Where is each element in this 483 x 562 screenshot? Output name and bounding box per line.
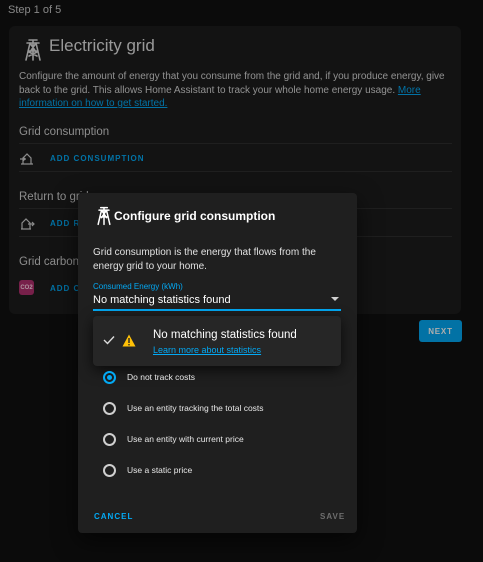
radio-no-costs[interactable]: Do not track costs xyxy=(103,370,333,386)
no-statistics-item[interactable]: No matching statistics found xyxy=(153,329,297,341)
check-icon xyxy=(103,336,115,345)
save-button[interactable]: SAVE xyxy=(320,512,345,521)
statistics-dropdown-menu: No matching statistics found Learn more … xyxy=(93,316,341,366)
radio-label: Use an entity tracking the total costs xyxy=(127,403,264,413)
radio-label: Do not track costs xyxy=(127,372,196,382)
radio-label: Use an entity with current price xyxy=(127,434,244,444)
select-underline xyxy=(93,309,341,311)
radio-button[interactable] xyxy=(103,402,116,415)
radio-button[interactable] xyxy=(103,371,116,384)
radio-entity-total-costs[interactable]: Use an entity tracking the total costs xyxy=(103,401,333,417)
radio-button[interactable] xyxy=(103,433,116,446)
radio-entity-current-price[interactable]: Use an entity with current price xyxy=(103,432,333,448)
select-label: Consumed Energy (kWh) xyxy=(93,282,183,291)
transmission-tower-icon xyxy=(97,206,111,226)
warning-icon xyxy=(122,334,136,347)
select-value: No matching statistics found xyxy=(93,294,231,306)
dialog-title: Configure grid consumption xyxy=(114,209,276,223)
consumed-energy-select[interactable]: Consumed Energy (kWh) No matching statis… xyxy=(93,279,341,311)
dialog-description: Grid consumption is the energy that flow… xyxy=(93,247,316,272)
cancel-button[interactable]: CANCEL xyxy=(94,512,133,521)
radio-label: Use a static price xyxy=(127,465,193,475)
dropdown-arrow-icon[interactable] xyxy=(331,297,339,301)
radio-button[interactable] xyxy=(103,464,116,477)
radio-static-price[interactable]: Use a static price xyxy=(103,463,333,479)
learn-more-statistics-link[interactable]: Learn more about statistics xyxy=(153,345,261,355)
